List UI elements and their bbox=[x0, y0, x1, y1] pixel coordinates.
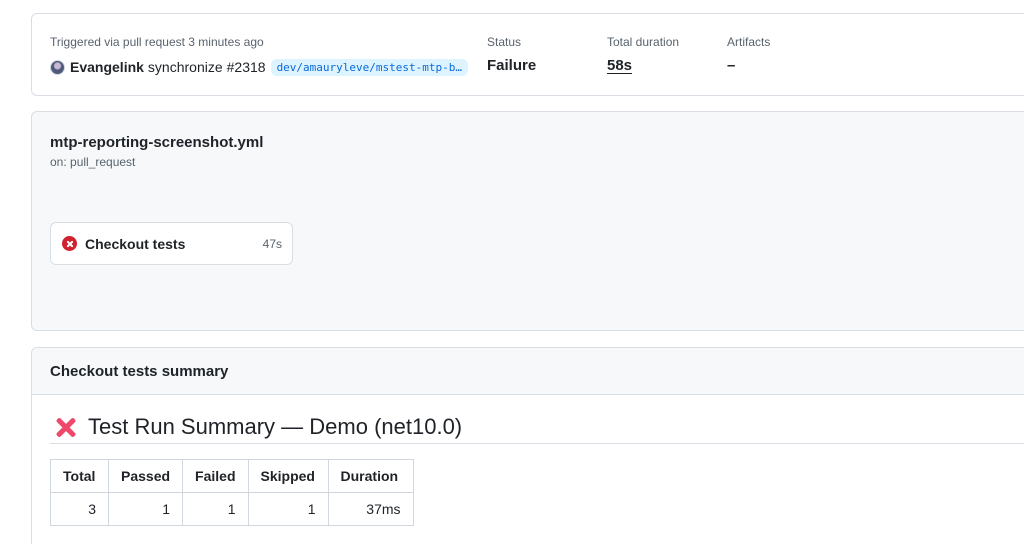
trigger-label: Triggered via pull request 3 minutes ago bbox=[50, 35, 264, 49]
column-header: Total bbox=[50, 459, 109, 493]
table-cell: 3 bbox=[50, 492, 109, 526]
summary-title: Test Run Summary — Demo (net10.0) bbox=[54, 410, 1024, 444]
table-cell: 1 bbox=[247, 492, 329, 526]
artifacts-value: – bbox=[727, 57, 736, 74]
table-header-row: Total Passed Failed Skipped Duration bbox=[50, 459, 414, 493]
job-summary-panel: Checkout tests summary Test Run Summary … bbox=[31, 347, 1024, 544]
trigger-line: Evangelink synchronize #2318 dev/amauryl… bbox=[50, 58, 468, 76]
workflow-graph-panel: mtp-reporting-screenshot.yml on: pull_re… bbox=[31, 111, 1024, 331]
table-cell: 1 bbox=[182, 492, 249, 526]
job-card-checkout-tests[interactable]: Checkout tests 47s bbox=[50, 222, 293, 265]
duration-link[interactable]: 58s bbox=[607, 57, 679, 74]
duration-section: Total duration 58s bbox=[607, 35, 679, 74]
cross-mark-icon bbox=[54, 415, 78, 439]
summary-title-text: Test Run Summary — Demo (net10.0) bbox=[88, 414, 463, 439]
event-name: synchronize bbox=[147, 59, 223, 75]
column-header: Skipped bbox=[247, 459, 329, 493]
title-divider bbox=[50, 443, 1024, 444]
column-header: Failed bbox=[182, 459, 249, 493]
x-circle-icon bbox=[62, 236, 77, 251]
column-header: Duration bbox=[327, 459, 414, 493]
run-info-panel: Triggered via pull request 3 minutes ago… bbox=[31, 13, 1024, 96]
results-table: Total Passed Failed Skipped Duration 3 1… bbox=[50, 459, 414, 526]
job-duration: 47s bbox=[262, 236, 282, 251]
artifacts-section: Artifacts – bbox=[727, 35, 770, 74]
artifacts-label: Artifacts bbox=[727, 35, 771, 49]
avatar[interactable] bbox=[50, 59, 65, 75]
status-section: Status Failure bbox=[487, 35, 536, 74]
column-header: Passed bbox=[107, 459, 184, 493]
job-name: Checkout tests bbox=[85, 235, 186, 252]
summary-header: Checkout tests summary bbox=[32, 348, 1024, 395]
branch-label[interactable]: dev/amauryleve/mstest-mtp-b… bbox=[270, 58, 468, 76]
status-value: Failure bbox=[487, 57, 537, 74]
workflow-run-page: Triggered via pull request 3 minutes ago… bbox=[0, 0, 1024, 544]
table-cell: 37ms bbox=[327, 492, 414, 526]
pr-link[interactable]: #2318 bbox=[227, 59, 266, 75]
status-label: Status bbox=[487, 35, 522, 49]
table-cell: 1 bbox=[107, 492, 184, 526]
workflow-file-name: mtp-reporting-screenshot.yml bbox=[50, 134, 264, 151]
duration-label: Total duration bbox=[607, 35, 680, 49]
workflow-trigger: on: pull_request bbox=[50, 155, 136, 169]
actor-link[interactable]: Evangelink bbox=[70, 59, 144, 75]
table-row: 3 1 1 1 37ms bbox=[50, 492, 414, 526]
